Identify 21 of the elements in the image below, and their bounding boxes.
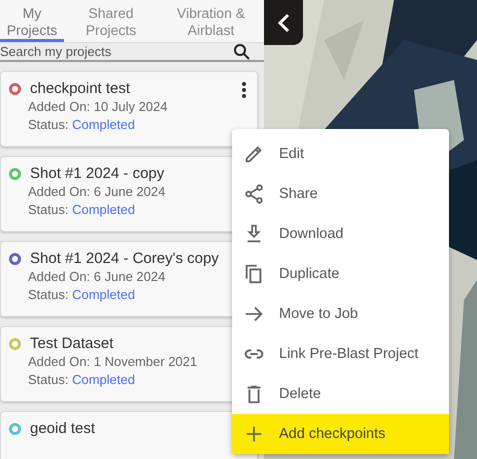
- added-date: Added On: 10 July 2024: [27, 99, 168, 115]
- project-name: geoid test: [30, 420, 96, 437]
- status-text: Status: Completed: [27, 117, 136, 133]
- project-card[interactable]: geoid test: [0, 411, 258, 459]
- search-icon[interactable]: [233, 43, 250, 60]
- project-card[interactable]: checkpoint test Added On: 10 July 2024 Status: Completed: [0, 71, 258, 147]
- status-text: Status: Completed: [27, 287, 136, 303]
- collapse-button[interactable]: [264, 0, 303, 45]
- project-name: checkpoint test: [30, 80, 130, 97]
- chevron-left-icon: [276, 12, 290, 32]
- search-field[interactable]: Search my projects: [0, 44, 233, 59]
- project-name: Shot #1 2024 - Corey's copy: [30, 250, 219, 267]
- added-date: Added On: 6 June 2024: [27, 184, 166, 200]
- added-date: Added On: 1 November 2021: [27, 354, 198, 370]
- share-icon: [243, 183, 265, 205]
- project-name: Test Dataset: [30, 335, 114, 352]
- status-text: Status: Completed: [27, 372, 136, 388]
- project-name: Shot #1 2024 - copy: [30, 165, 164, 182]
- added-date: Added On: 6 June 2024: [27, 269, 166, 285]
- menu-item[interactable]: Add checkpoints: [232, 414, 449, 454]
- status-text: Status: Completed: [27, 202, 136, 218]
